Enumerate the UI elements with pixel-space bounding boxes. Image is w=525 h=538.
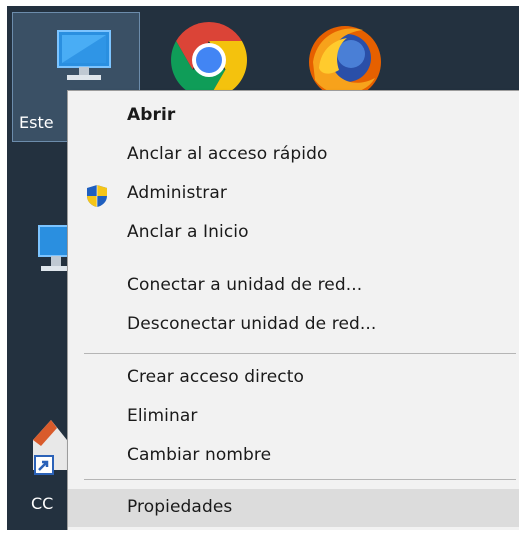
menu-item-label: Administrar [127, 183, 227, 203]
menu-item-label: Desconectar unidad de red... [127, 314, 377, 334]
menu-item-crear-acceso-directo[interactable]: Crear acceso directo [68, 359, 519, 397]
menu-item-label: Abrir [127, 105, 176, 125]
menu-item-abrir[interactable]: Abrir [68, 97, 519, 135]
menu-item-cambiar-nombre[interactable]: Cambiar nombre [68, 437, 519, 475]
menu-item-label: Anclar al acceso rápido [127, 144, 328, 164]
menu-item-anclar-inicio[interactable]: Anclar a Inicio [68, 214, 519, 252]
menu-separator [84, 479, 516, 480]
computer-icon [57, 30, 111, 80]
menu-item-label: Anclar a Inicio [127, 222, 249, 242]
menu-item-administrar[interactable]: Administrar [68, 175, 519, 213]
screen: Este CC Abrir Anclar al acceso rápido Ad… [0, 0, 525, 538]
menu-item-desconectar-unidad-red[interactable]: Desconectar unidad de red... [68, 306, 519, 344]
menu-item-propiedades[interactable]: Propiedades [68, 489, 519, 527]
desktop[interactable]: Este CC Abrir Anclar al acceso rápido Ad… [7, 6, 519, 530]
shortcut-icon [33, 420, 67, 475]
menu-item-label: Conectar a unidad de red... [127, 275, 363, 295]
desktop-icon-label: Este [19, 113, 54, 132]
desktop-icon-shortcut[interactable]: CC [31, 410, 67, 513]
menu-item-eliminar[interactable]: Eliminar [68, 398, 519, 436]
menu-item-conectar-unidad-red[interactable]: Conectar a unidad de red... [68, 267, 519, 305]
desktop-icon-label: CC [31, 494, 54, 513]
menu-item-label: Propiedades [127, 497, 233, 517]
menu-item-label: Eliminar [127, 406, 198, 426]
menu-item-anclar-acceso-rapido[interactable]: Anclar al acceso rápido [68, 136, 519, 174]
uac-shield-icon [87, 185, 107, 207]
context-menu: Abrir Anclar al acceso rápido Administra… [67, 90, 519, 530]
menu-item-label: Cambiar nombre [127, 445, 272, 465]
menu-item-label: Crear acceso directo [127, 367, 304, 387]
menu-separator [84, 353, 516, 354]
